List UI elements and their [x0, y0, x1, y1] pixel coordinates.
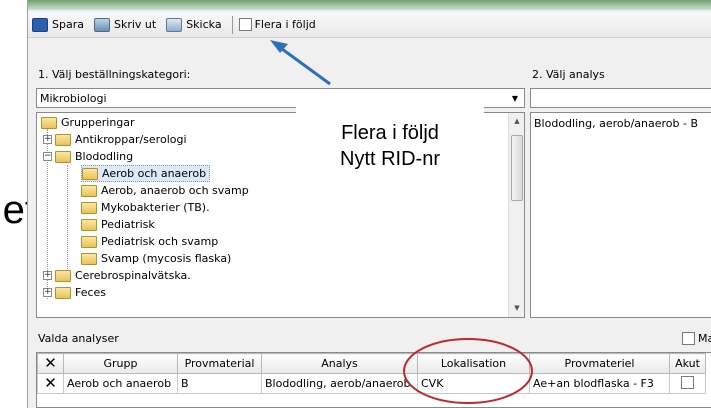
- lokalisation-highlight-ellipse: [403, 338, 533, 404]
- annotation-overlay: [270, 40, 533, 404]
- arrow-shaft: [277, 44, 331, 86]
- arrow-annotation: [270, 40, 331, 86]
